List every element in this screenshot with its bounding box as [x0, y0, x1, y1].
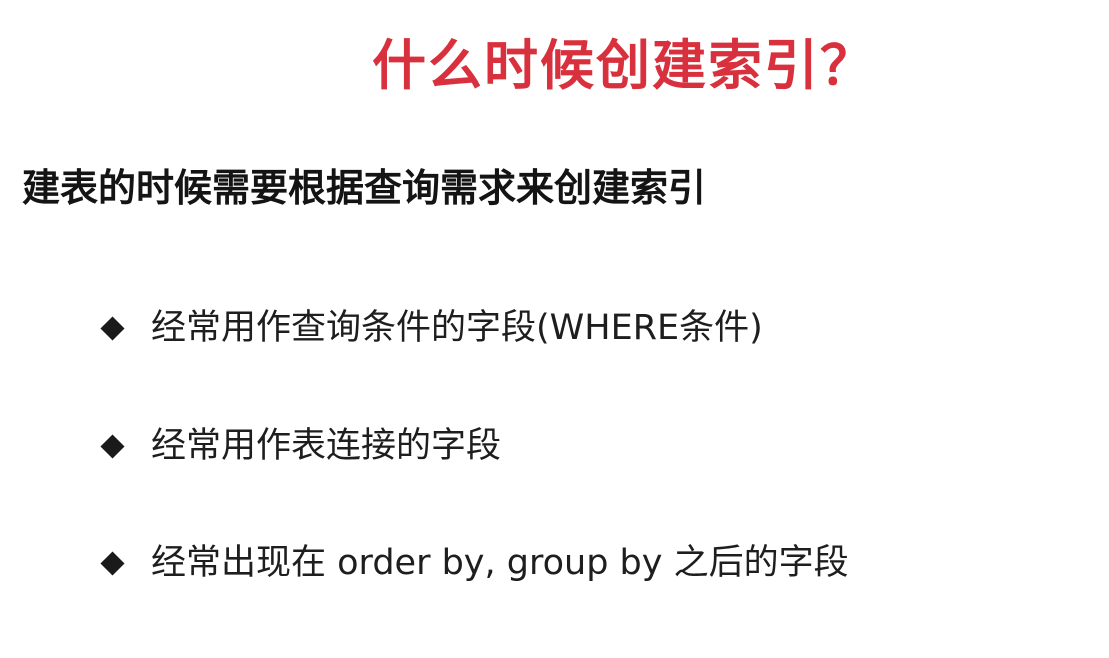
- bullet-item: 经常用作表连接的字段: [100, 418, 501, 474]
- bullet-item: 经常用作查询条件的字段(WHERE条件): [100, 300, 763, 356]
- bullet-text: 经常出现在 order by, group by 之后的字段: [151, 543, 849, 583]
- diamond-bullet-icon: [100, 433, 125, 459]
- diamond-bullet-icon: [100, 550, 125, 576]
- bullet-text: 经常用作查询条件的字段(WHERE条件): [151, 308, 763, 348]
- bullet-text: 经常用作表连接的字段: [151, 426, 502, 466]
- bullet-item: 经常出现在 order by, group by 之后的字段: [100, 535, 849, 591]
- diamond-bullet-icon: [100, 315, 125, 341]
- slide-subtitle: 建表的时候需要根据查询需求来创建索引: [22, 166, 707, 210]
- slide-title: 什么时候创建索引？: [372, 34, 876, 97]
- slide: 什么时候创建索引？ 建表的时候需要根据查询需求来创建索引 经常用作查询条件的字段…: [0, 0, 1109, 658]
